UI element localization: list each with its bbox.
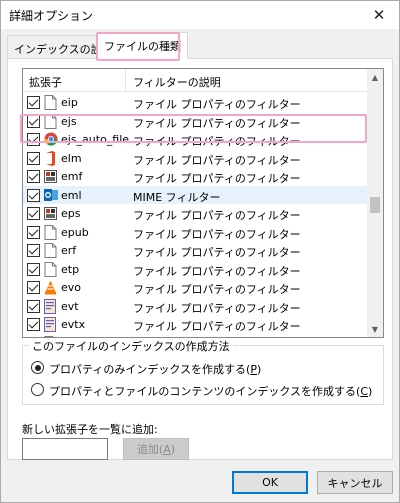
group-title: このファイルのインデックスの作成方法 <box>29 338 233 354</box>
list-item[interactable]: elm ファイル プロパティのフィルター <box>23 149 368 168</box>
row-description: ファイル プロパティのフィルター <box>133 283 301 296</box>
row-extension: evt <box>61 299 79 313</box>
extension-list[interactable]: 拡張子 フィルターの説明 eip ファイル プロパティのフィルター ejs ファイル … <box>22 68 384 338</box>
column-header-description[interactable]: フィルターの説明 <box>133 74 221 90</box>
list-rows: eip ファイル プロパティのフィルター ejs ファイル プロパティのフィルター ej… <box>23 93 368 337</box>
ok-button[interactable]: OK <box>232 471 308 494</box>
row-description: ファイル プロパティのフィルター <box>133 172 301 185</box>
row-extension: ejs <box>61 114 77 128</box>
document-icon <box>44 261 57 277</box>
radio-contents-label: プロパティとファイルのコンテンツのインデックスを作成する(C) <box>49 385 373 398</box>
advanced-options-dialog: 詳細オプション ✕ インデックスの設定 ファイルの種類 拡張子 フィルターの説明… <box>0 0 400 503</box>
row-extension: evo <box>61 281 82 294</box>
outlook-icon <box>44 188 58 203</box>
add-extension-label: 新しい拡張子を一覧に追加: <box>22 423 158 436</box>
file-types-panel: 拡張子 フィルターの説明 eip ファイル プロパティのフィルター ejs ファイル … <box>7 58 393 460</box>
scroll-thumb[interactable] <box>370 197 380 213</box>
row-description: ファイル プロパティのフィルター <box>133 135 301 148</box>
document-icon <box>44 243 57 258</box>
row-description: ファイル プロパティのフィルター <box>133 98 301 111</box>
row-description: ファイル プロパティのフィルター <box>133 153 301 167</box>
image-icon <box>44 169 57 184</box>
list-item[interactable]: erf ファイル プロパティのフィルター <box>23 241 368 260</box>
vertical-scrollbar[interactable]: ▲ ▼ <box>367 69 383 337</box>
row-checkbox[interactable] <box>27 133 40 146</box>
list-item[interactable]: emf ファイル プロパティのフィルター <box>23 167 368 186</box>
row-extension: eip <box>61 96 78 109</box>
radio-properties-label: プロパティのみインデックスを作成する(P) <box>49 363 262 376</box>
row-extension: elm <box>61 151 82 165</box>
radio-button-checked[interactable] <box>31 361 44 374</box>
row-checkbox[interactable] <box>27 188 40 202</box>
row-checkbox[interactable] <box>27 225 40 239</box>
document-icon <box>44 113 57 129</box>
row-description: ファイル プロパティのフィルター <box>133 320 301 333</box>
list-item[interactable]: evtx ファイル プロパティのフィルター <box>23 315 368 334</box>
tab-file-types[interactable]: ファイルの種類 <box>97 32 188 59</box>
list-item[interactable]: evt ファイル プロパティのフィルター <box>23 297 368 316</box>
indexing-method-group: このファイルのインデックスの作成方法 プロパティのみインデックスを作成する(P)… <box>22 338 384 405</box>
document-icon <box>44 95 57 110</box>
row-checkbox[interactable] <box>27 96 40 109</box>
close-icon[interactable]: ✕ <box>359 1 399 29</box>
list-item[interactable]: evo ファイル プロパティのフィルター <box>23 278 368 297</box>
row-checkbox[interactable] <box>27 244 40 257</box>
document-icon <box>44 224 57 240</box>
image-icon <box>44 206 57 221</box>
add-button[interactable]: 追加(A) <box>123 438 189 460</box>
radio-button[interactable] <box>31 383 44 396</box>
row-description: ファイル プロパティのフィルター <box>133 209 301 222</box>
row-checkbox[interactable] <box>27 262 40 276</box>
add-extension-input[interactable] <box>22 438 108 460</box>
row-extension: evtx <box>61 318 86 331</box>
row-description: ファイル プロパティのフィルター <box>133 116 301 130</box>
event-log-icon <box>44 317 57 332</box>
row-extension: etp <box>61 262 80 276</box>
row-description: ファイル プロパティのフィルター <box>133 301 301 315</box>
column-divider <box>125 69 126 92</box>
row-extension: epub <box>61 225 89 239</box>
row-description: ファイル プロパティのフィルター <box>133 227 301 241</box>
list-header: 拡張子 フィルターの説明 <box>23 69 368 92</box>
row-extension: ejs_auto_file <box>61 133 130 146</box>
row-checkbox[interactable] <box>27 151 40 165</box>
row-extension: emf <box>61 170 83 183</box>
list-item[interactable]: eml MIME フィルター <box>23 185 368 204</box>
list-item[interactable]: etp ファイル プロパティのフィルター <box>23 260 368 279</box>
row-extension: eps <box>61 207 81 220</box>
row-checkbox[interactable] <box>27 170 40 183</box>
row-description: MIME フィルター <box>133 190 221 204</box>
list-item[interactable]: epub ファイル プロパティのフィルター <box>23 223 368 242</box>
row-checkbox[interactable] <box>27 207 40 220</box>
row-checkbox[interactable] <box>27 114 40 128</box>
dialog-title: 詳細オプション <box>9 9 94 23</box>
vlc-icon <box>44 280 57 295</box>
row-description: ファイル プロパティのフィルター <box>133 246 301 259</box>
list-item[interactable]: eps ファイル プロパティのフィルター <box>23 204 368 223</box>
list-item[interactable]: eip ファイル プロパティのフィルター <box>23 93 368 112</box>
scroll-down-icon[interactable]: ▼ <box>367 321 383 337</box>
row-checkbox[interactable] <box>27 318 40 331</box>
chrome-icon <box>44 132 58 147</box>
cancel-button[interactable]: キャンセル <box>317 471 393 494</box>
event-log-icon <box>44 298 57 314</box>
row-extension: erf <box>61 244 77 257</box>
row-extension: eml <box>61 188 82 202</box>
row-checkbox[interactable] <box>27 281 40 294</box>
row-description: ファイル プロパティのフィルター <box>133 264 301 278</box>
list-item[interactable]: ejs_auto_file ファイル プロパティのフィルター <box>23 130 368 149</box>
title-bar: 詳細オプション ✕ <box>1 1 399 29</box>
column-header-extension[interactable]: 拡張子 <box>29 74 62 90</box>
scroll-up-icon[interactable]: ▲ <box>367 69 383 85</box>
row-checkbox[interactable] <box>27 299 40 313</box>
list-item[interactable]: ejs ファイル プロパティのフィルター <box>23 112 368 131</box>
office-icon <box>44 150 57 166</box>
